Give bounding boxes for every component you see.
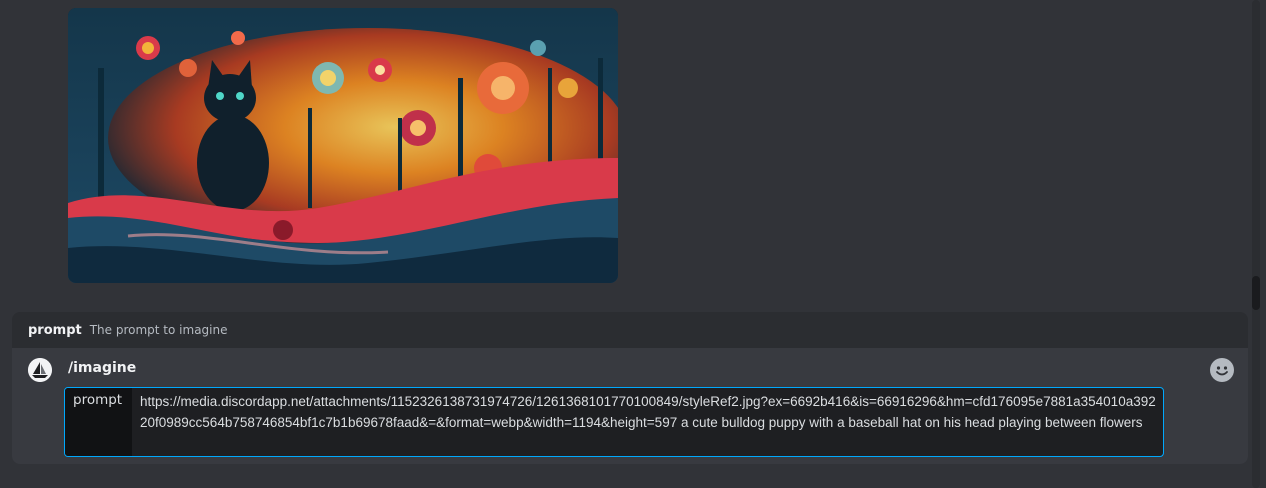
painting-image <box>68 8 618 283</box>
option-name: prompt <box>28 322 82 338</box>
option-description: The prompt to imagine <box>89 323 228 337</box>
option-hint-bar: prompt The prompt to imagine <box>12 312 1248 348</box>
prompt-input[interactable]: https://media.discordapp.net/attachments… <box>132 388 1163 456</box>
scrollbar-thumb[interactable] <box>1252 276 1260 310</box>
prompt-parameter-field[interactable]: prompt https://media.discordapp.net/atta… <box>64 387 1164 457</box>
scrollbar-track[interactable] <box>1252 0 1260 488</box>
command-name: /imagine <box>68 360 137 376</box>
command-composer[interactable]: /imagine prompt https://media.discordapp… <box>12 348 1248 464</box>
attachment-image[interactable] <box>68 8 618 283</box>
parameter-label: prompt <box>65 388 132 456</box>
chat-area: prompt The prompt to imagine /imagine pr… <box>0 0 1266 488</box>
smiley-icon <box>1211 359 1233 381</box>
emoji-button[interactable] <box>1210 358 1234 382</box>
sailboat-icon <box>28 358 52 382</box>
